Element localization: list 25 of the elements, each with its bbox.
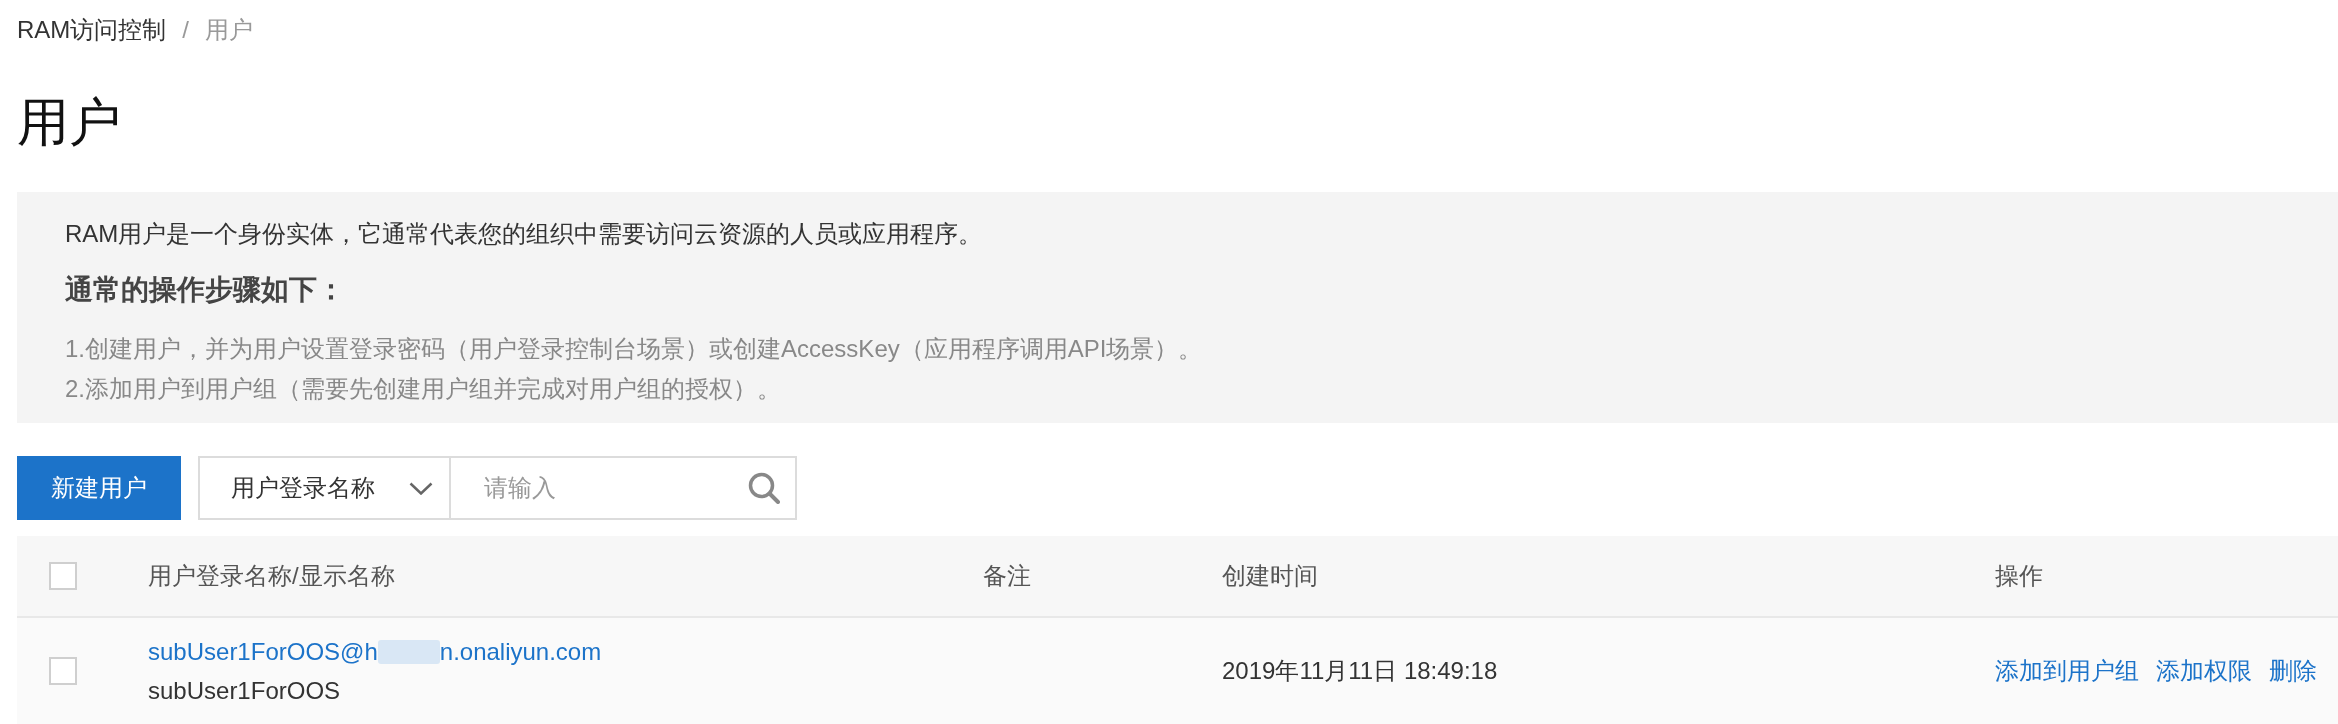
search-icon[interactable] [748, 472, 780, 504]
description-text: RAM用户是一个身份实体，它通常代表您的组织中需要访问云资源的人员或应用程序。 [65, 219, 984, 249]
row-checkbox[interactable] [49, 657, 77, 685]
column-header: 操作 [1995, 562, 2043, 589]
search-field[interactable]: 请输入 [451, 456, 797, 520]
breadcrumb-separator: / [182, 15, 189, 45]
column-header: 创建时间 [1222, 562, 1318, 589]
display-name: subUser1ForOOS [148, 675, 341, 706]
step-text: 1.创建用户，并为用户设置登录密码（用户登录控制台场景）或创建AccessKey（应用程序调用API场景）。 [65, 334, 1204, 364]
column-header: 备注 [983, 562, 1031, 589]
action-link[interactable]: 删除 [2269, 655, 2317, 687]
steps-heading: 通常的操作步骤如下： [65, 273, 346, 307]
page-title: 用户 [17, 92, 122, 152]
select-all-checkbox[interactable] [49, 562, 77, 590]
chevron-down-icon [409, 481, 433, 495]
search-type-dropdown[interactable]: 用户登录名称 [198, 456, 451, 520]
login-name-link[interactable]: subUser1ForOOS@h n.onaliyun.com [148, 633, 602, 670]
step-text: 2.添加用户到用户组（需要先创建用户组并完成对用户组的授权）。 [65, 374, 782, 404]
action-link[interactable]: 添加到用户组 [1995, 655, 2139, 687]
create-user-button[interactable]: 新建用户 [17, 456, 181, 520]
column-header: 用户登录名称/显示名称 [148, 562, 395, 589]
action-link[interactable]: 添加权限 [2156, 655, 2252, 687]
breadcrumb-link[interactable]: RAM访问控制 [17, 14, 167, 46]
created-time: 2019年11月11日 18:49:18 [1222, 657, 1498, 684]
breadcrumb-current: 用户 [205, 15, 253, 45]
